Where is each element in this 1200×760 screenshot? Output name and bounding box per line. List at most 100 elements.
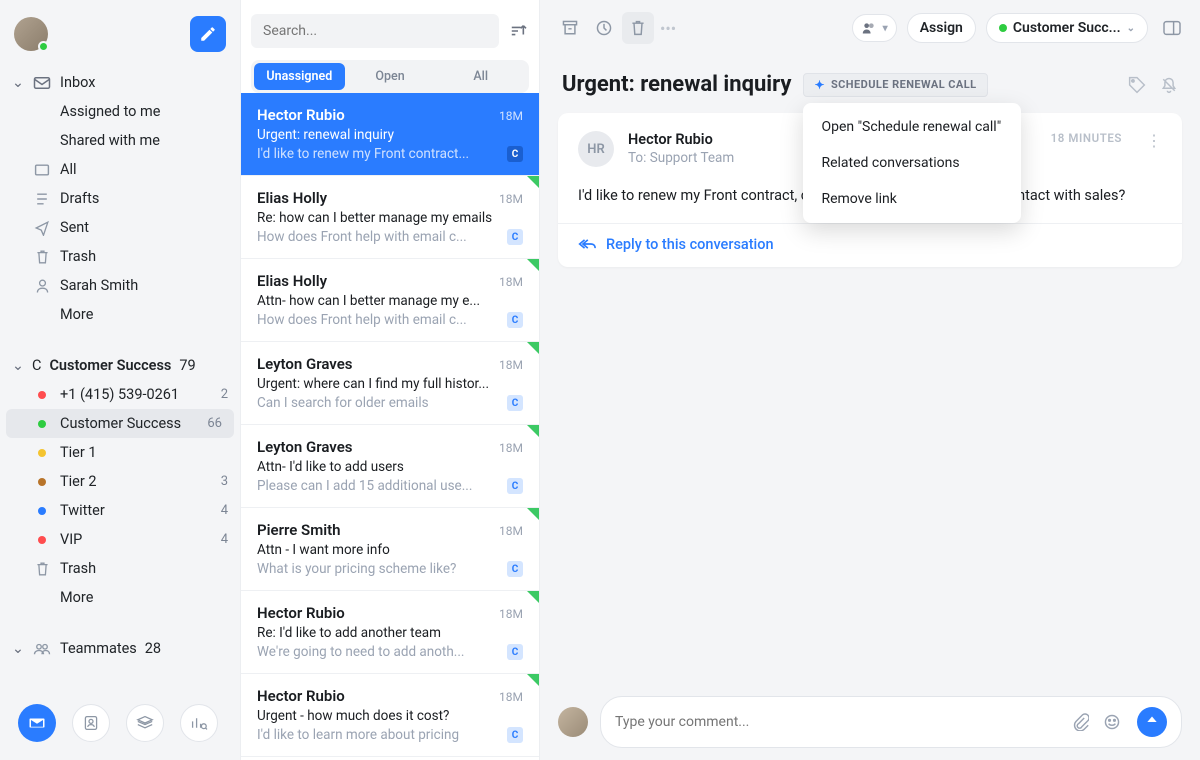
linked-item-chip[interactable]: ✦ SCHEDULE RENEWAL CALL: [803, 73, 987, 97]
color-dot-icon: [38, 478, 46, 486]
dropdown-remove-item[interactable]: Remove link: [803, 181, 1021, 217]
filter-all[interactable]: All: [435, 63, 526, 90]
nav-cs-item[interactable]: VIP4: [0, 525, 240, 554]
current-user-avatar[interactable]: [14, 17, 48, 51]
inbox-icon: [32, 76, 52, 90]
all-icon: [32, 163, 52, 177]
unread-flag-icon: [527, 176, 539, 188]
nav-user[interactable]: Sarah Smith: [0, 271, 240, 300]
color-dot-icon: [38, 391, 46, 399]
filter-unassigned[interactable]: Unassigned: [254, 63, 345, 90]
sent-icon: [32, 220, 52, 236]
assign-button[interactable]: Assign: [907, 13, 976, 43]
conversation-item[interactable]: Hector Rubio18M Urgent - how much does i…: [241, 674, 539, 757]
unread-flag-icon: [527, 591, 539, 603]
conversation-item[interactable]: Elias Holly18M Re: how can I better mana…: [241, 176, 539, 259]
nav-shared-with-me[interactable]: Shared with me: [0, 126, 240, 155]
channel-badge: C: [507, 561, 523, 577]
channel-badge: C: [507, 644, 523, 660]
color-dot-icon: [38, 420, 46, 428]
unread-flag-icon: [527, 425, 539, 437]
message-more-button[interactable]: ⋮: [1146, 131, 1162, 150]
message-timestamp: 18 MINUTES: [1051, 131, 1122, 145]
tag-icon[interactable]: [1128, 76, 1146, 94]
chevron-down-icon: ⌄: [12, 640, 24, 657]
trash-button[interactable]: [622, 12, 654, 44]
message-subject: Urgent: renewal inquiry: [562, 72, 791, 97]
presence-indicator: [38, 41, 49, 52]
conversation-item[interactable]: Leyton Graves18M Attn- I'd like to add u…: [241, 425, 539, 508]
unread-flag-icon: [527, 342, 539, 354]
nav-cs-item[interactable]: Tier 23: [0, 467, 240, 496]
inbox-selector-button[interactable]: Customer Succ...⌄: [986, 13, 1148, 43]
dropdown-related-item[interactable]: Related conversations: [803, 145, 1021, 181]
nav-cs-item[interactable]: Twitter4: [0, 496, 240, 525]
channel-badge: C: [507, 146, 523, 162]
sort-button[interactable]: [507, 20, 529, 42]
search-input[interactable]: [251, 14, 499, 48]
nav-all[interactable]: All: [0, 155, 240, 184]
trash-icon: [32, 561, 52, 577]
message-toolbar: ••• ▾ Assign Customer Succ...⌄: [540, 0, 1200, 56]
teammates-count: 28: [145, 640, 161, 657]
footer-analytics-button[interactable]: [180, 704, 218, 742]
reply-button[interactable]: Reply to this conversation: [578, 236, 1162, 253]
chevron-down-icon: ⌄: [12, 74, 24, 91]
nav-trash[interactable]: Trash: [0, 242, 240, 271]
conversation-item[interactable]: Hector Rubio18M Urgent: renewal inquiry …: [241, 93, 539, 176]
nav-cs-item[interactable]: +1 (415) 539-02612: [0, 380, 240, 409]
unread-flag-icon: [527, 259, 539, 271]
footer-inbox-button[interactable]: [18, 704, 56, 742]
nav-assigned-to-me[interactable]: Assigned to me: [0, 97, 240, 126]
comment-input-wrapper[interactable]: [600, 696, 1182, 748]
expand-button[interactable]: [1158, 14, 1186, 42]
mute-icon[interactable]: [1160, 76, 1178, 94]
drafts-icon: [32, 191, 52, 207]
filter-open[interactable]: Open: [345, 63, 436, 90]
cs-section-toggle[interactable]: ⌄ C Customer Success 79: [0, 351, 240, 380]
conversation-item[interactable]: Hector Rubio18M Re: I'd like to add anot…: [241, 591, 539, 674]
footer-layers-button[interactable]: [126, 704, 164, 742]
nav-drafts[interactable]: Drafts: [0, 184, 240, 213]
nav-more-inbox[interactable]: More: [0, 300, 240, 329]
conversation-item[interactable]: Elias Holly18M Attn- how can I better ma…: [241, 259, 539, 342]
teammates-icon: [32, 642, 52, 656]
status-dot-icon: [999, 24, 1007, 32]
channel-badge: C: [507, 727, 523, 743]
compose-button[interactable]: [190, 16, 226, 52]
teammates-label: Teammates: [60, 640, 137, 657]
filter-tabs: Unassigned Open All: [251, 60, 529, 93]
send-button[interactable]: [1137, 707, 1167, 737]
emoji-icon[interactable]: [1103, 713, 1123, 731]
snooze-button[interactable]: [588, 12, 620, 44]
cs-label: Customer Success: [49, 357, 171, 374]
inbox-section-toggle[interactable]: ⌄ Inbox: [0, 68, 240, 97]
more-actions-button[interactable]: •••: [660, 19, 676, 38]
recipient-line: To: Support Team: [628, 150, 734, 166]
nav-cs-item[interactable]: Customer Success66: [6, 409, 234, 438]
archive-button[interactable]: [554, 12, 586, 44]
inbox-label: Inbox: [60, 74, 95, 91]
unread-flag-icon: [527, 674, 539, 686]
color-dot-icon: [38, 536, 46, 544]
message-pane: ••• ▾ Assign Customer Succ...⌄ Urgent: r…: [540, 0, 1200, 760]
conversation-item[interactable]: Pierre Smith18M Attn - I want more info …: [241, 508, 539, 591]
teammates-section-toggle[interactable]: ⌄ Teammates 28: [0, 634, 240, 663]
sender-avatar: HR: [578, 131, 614, 167]
attach-icon[interactable]: [1073, 713, 1093, 731]
assignee-small-button[interactable]: ▾: [852, 14, 897, 42]
trash-icon: [32, 249, 52, 265]
nav-cs-trash[interactable]: Trash: [0, 554, 240, 583]
nav-cs-more[interactable]: More: [0, 583, 240, 612]
footer-contacts-button[interactable]: [72, 704, 110, 742]
comment-input[interactable]: [615, 714, 1063, 730]
person-icon: [32, 278, 52, 294]
color-dot-icon: [38, 449, 46, 457]
nav-sent[interactable]: Sent: [0, 213, 240, 242]
conversation-item[interactable]: Leyton Graves18M Urgent: where can I fin…: [241, 342, 539, 425]
nav-cs-item[interactable]: Tier 1: [0, 438, 240, 467]
channel-badge: C: [507, 312, 523, 328]
dropdown-open-item[interactable]: Open "Schedule renewal call": [803, 109, 1021, 145]
unread-flag-icon: [527, 508, 539, 520]
compose-bar: [558, 696, 1182, 748]
